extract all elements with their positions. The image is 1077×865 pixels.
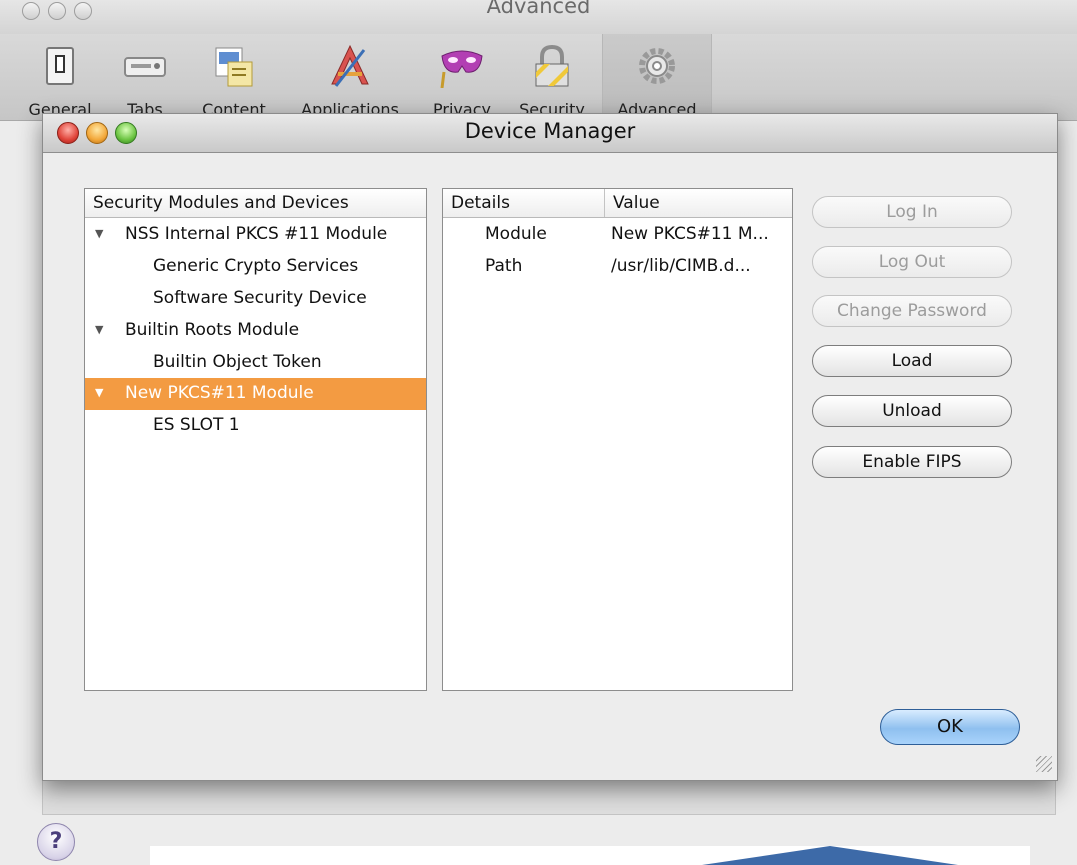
- toolbar-applications[interactable]: Applications: [292, 34, 408, 119]
- details-table-header: Details Value: [443, 189, 792, 218]
- change-password-button[interactable]: Change Password: [812, 295, 1012, 327]
- switch-icon: [38, 44, 82, 88]
- lock-icon: [530, 44, 574, 88]
- dialog-titlebar: Device Manager: [43, 114, 1057, 153]
- tree-item-es-slot-1[interactable]: ES SLOT 1: [85, 410, 426, 442]
- unload-button[interactable]: Unload: [812, 395, 1012, 427]
- content-icon: [212, 44, 256, 88]
- disclosure-triangle-icon[interactable]: ▼: [95, 227, 103, 240]
- tree-item-new-pkcs11-module[interactable]: ▼ New PKCS#11 Module: [85, 378, 426, 410]
- toolbar-privacy[interactable]: Privacy: [418, 34, 506, 119]
- tree-item-nss-internal[interactable]: ▼ NSS Internal PKCS #11 Module: [85, 219, 426, 251]
- enable-fips-button[interactable]: Enable FIPS: [812, 446, 1012, 478]
- toolbar-tabs[interactable]: Tabs: [101, 34, 189, 119]
- toolbar-content[interactable]: Content: [190, 34, 278, 119]
- disclosure-triangle-icon[interactable]: ▼: [95, 323, 103, 336]
- tabs-icon: [123, 44, 167, 88]
- table-row[interactable]: Path /usr/lib/CIMB.d...: [443, 251, 792, 283]
- table-row[interactable]: Module New PKCS#11 M...: [443, 219, 792, 251]
- toolbar-advanced[interactable]: Advanced: [602, 34, 712, 120]
- prefs-window-title: Advanced: [486, 0, 591, 18]
- mask-icon: [440, 44, 484, 89]
- tree-item-generic-crypto[interactable]: Generic Crypto Services: [85, 251, 426, 283]
- toolbar-general[interactable]: General: [16, 34, 104, 119]
- log-out-button[interactable]: Log Out: [812, 246, 1012, 278]
- column-divider[interactable]: [604, 189, 605, 217]
- disclosure-triangle-icon[interactable]: ▼: [95, 386, 103, 399]
- tree-item-builtin-object-token[interactable]: Builtin Object Token: [85, 347, 426, 379]
- help-button[interactable]: ?: [37, 823, 75, 861]
- column-header-value[interactable]: Value: [613, 193, 660, 213]
- prefs-toolbar: General Tabs Content Applications Privac…: [0, 34, 1077, 121]
- dialog-title: Device Manager: [464, 119, 636, 143]
- bottom-arrow-decoration: [702, 846, 958, 865]
- details-table[interactable]: Details Value Module New PKCS#11 M... Pa…: [442, 188, 793, 691]
- security-modules-tree[interactable]: Security Modules and Devices ▼ NSS Inter…: [84, 188, 427, 691]
- tree-item-builtin-roots[interactable]: ▼ Builtin Roots Module: [85, 315, 426, 347]
- tree-item-software-security[interactable]: Software Security Device: [85, 283, 426, 315]
- toolbar-security[interactable]: Security: [508, 34, 596, 119]
- gear-icon: [635, 44, 679, 88]
- load-button[interactable]: Load: [812, 345, 1012, 377]
- applications-icon: [328, 44, 372, 88]
- ok-button[interactable]: OK: [880, 709, 1020, 745]
- prefs-titlebar: Advanced: [0, 0, 1077, 34]
- resize-grip[interactable]: [1036, 756, 1052, 772]
- log-in-button[interactable]: Log In: [812, 196, 1012, 228]
- column-header-details[interactable]: Details: [451, 193, 510, 213]
- tree-header[interactable]: Security Modules and Devices: [85, 189, 426, 218]
